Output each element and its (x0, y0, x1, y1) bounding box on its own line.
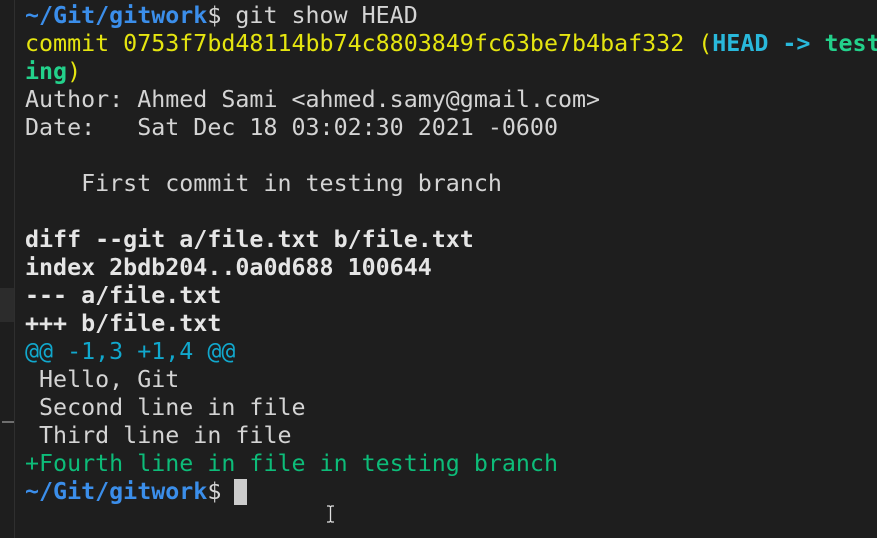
prompt-symbol: $ (207, 2, 222, 29)
ref-close-paren: ) (67, 58, 82, 85)
diff-git-line: diff --git a/file.txt b/file.txt (25, 226, 474, 253)
commit-line-wrap: ing) (25, 58, 877, 86)
diff-context-line: Second line in file (25, 394, 306, 421)
diff-added-line: +Fourth line in file in testing branch (25, 450, 558, 477)
ref-branch-end: ing (25, 58, 68, 85)
block-cursor-icon[interactable] (234, 479, 248, 505)
diff-plus-file: +++ b/file.txt (25, 310, 222, 337)
left-gutter-marker (2, 421, 14, 423)
prompt-path: ~/Git/gitwork (25, 2, 208, 29)
ref-open-paren: ( (684, 30, 713, 57)
commit-message: First commit in testing branch (25, 170, 502, 197)
ref-branch-start: test (824, 30, 877, 57)
commit-label: commit (25, 30, 110, 57)
left-gutter-divider (14, 0, 15, 538)
left-gutter-tab (0, 288, 14, 322)
diff-index-line: index 2bdb204..0a0d688 100644 (25, 254, 432, 281)
commit-line: commit 0753f7bd48114bb74c8803849fc63be7b… (25, 30, 877, 58)
commit-hash: 0753f7bd48114bb74c8803849fc63be7b4baf332 (109, 30, 685, 57)
text-ibeam-cursor-icon (327, 505, 334, 523)
prompt-line-command: ~/Git/gitwork$ git show HEAD (25, 2, 877, 30)
diff-minus-file: --- a/file.txt (25, 282, 222, 309)
ref-head: HEAD -> (712, 30, 825, 57)
prompt-path: ~/Git/gitwork (25, 478, 208, 505)
prompt-line-current: ~/Git/gitwork$ (25, 478, 877, 506)
diff-hunk-header: @@ -1,3 +1,4 @@ (25, 338, 236, 365)
author-line: Author: Ahmed Sami <ahmed.samy@gmail.com… (25, 86, 601, 113)
prompt-symbol: $ (207, 478, 222, 505)
terminal-window[interactable]: ~/Git/gitwork$ git show HEAD commit 0753… (0, 0, 877, 538)
terminal-output: ~/Git/gitwork$ git show HEAD commit 0753… (25, 2, 877, 506)
command-text: git show HEAD (221, 2, 418, 29)
date-line: Date: Sat Dec 18 03:02:30 2021 -0600 (25, 114, 558, 141)
diff-context-line: Hello, Git (25, 366, 180, 393)
diff-context-line: Third line in file (25, 422, 292, 449)
